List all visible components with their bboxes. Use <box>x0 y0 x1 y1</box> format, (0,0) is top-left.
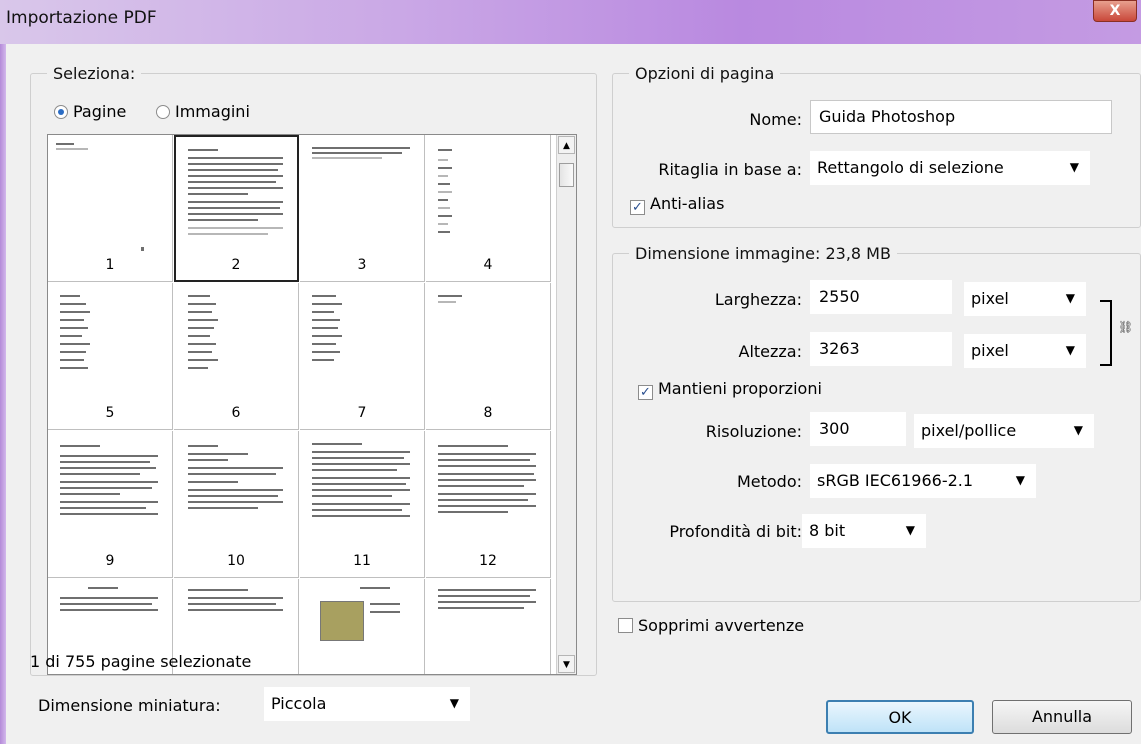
window-title: Importazione PDF <box>6 8 157 28</box>
width-label: Larghezza: <box>714 290 802 309</box>
thumbnail-grid[interactable]: 1 2 3 4 5 6 7 8 9 10 11 12 ▲ ▼ <box>47 134 577 675</box>
selection-status: 1 di 755 pagine selezionate <box>30 652 252 671</box>
mode-label: Metodo: <box>736 472 802 491</box>
thumbnail-label: 6 <box>231 405 241 421</box>
chevron-down-icon: ▼ <box>1065 291 1075 305</box>
thumbnail-scrollbar[interactable]: ▲ ▼ <box>556 135 576 674</box>
close-icon: X <box>1109 3 1121 19</box>
thumbnail-page[interactable]: 10 <box>174 431 299 578</box>
thumbnail-label: 9 <box>105 553 115 569</box>
resolution-input[interactable]: 300 <box>810 412 906 446</box>
chevron-down-icon: ▼ <box>1015 473 1025 487</box>
resolution-unit-value: pixel/pollice <box>921 421 1017 440</box>
thumbnail-page[interactable] <box>300 579 425 674</box>
width-unit-select[interactable]: pixel ▼ <box>964 282 1086 316</box>
cancel-button[interactable]: Annulla <box>992 700 1132 734</box>
thumbnail-image <box>320 601 364 641</box>
ok-button[interactable]: OK <box>826 700 974 734</box>
thumbnail-page[interactable]: 11 <box>300 431 425 578</box>
thumbnail-label: 1 <box>105 257 115 273</box>
resolution-unit-select[interactable]: pixel/pollice ▼ <box>914 414 1094 448</box>
thumbnail-page[interactable]: 6 <box>174 283 299 430</box>
thumbnail-page[interactable]: 3 <box>300 135 425 282</box>
suppress-warnings-indicator[interactable] <box>618 618 633 633</box>
select-group-legend: Seleziona: <box>53 64 136 83</box>
radio-pages-label: Pagine <box>73 102 127 121</box>
chevron-down-icon: ▼ <box>905 523 915 537</box>
crop-select[interactable]: Rettangolo di selezione ▼ <box>810 151 1090 185</box>
antialias-check-indicator[interactable]: ✓ <box>630 200 645 215</box>
page-options-legend: Opzioni di pagina <box>635 64 775 83</box>
constrain-proportions-checkbox[interactable]: ✓ Mantieni proporzioni <box>638 379 822 400</box>
antialias-label: Anti-alias <box>650 194 725 213</box>
width-input[interactable]: 2550 <box>810 280 952 314</box>
suppress-warnings-label: Sopprimi avvertenze <box>638 616 805 635</box>
thumb-size-label: Dimensione miniatura: <box>38 696 221 715</box>
radio-images-label: Immagini <box>175 102 250 121</box>
height-label: Altezza: <box>738 342 803 361</box>
thumb-size-select[interactable]: Piccola ▼ <box>264 687 470 721</box>
thumb-size-value: Piccola <box>271 694 327 713</box>
constrain-check-indicator[interactable]: ✓ <box>638 385 653 400</box>
thumbnail-page[interactable]: 4 <box>426 135 551 282</box>
crop-label: Ritaglia in base a: <box>658 160 802 179</box>
scroll-down-button[interactable]: ▼ <box>558 655 575 673</box>
width-unit-value: pixel <box>971 289 1009 308</box>
link-bracket <box>1100 300 1112 366</box>
thumbnail-page[interactable]: 12 <box>426 431 551 578</box>
image-size-legend: Dimensione immagine: 23,8 MB <box>635 244 891 263</box>
suppress-warnings-checkbox[interactable]: Sopprimi avvertenze <box>618 616 804 635</box>
crop-value: Rettangolo di selezione <box>817 158 1004 177</box>
chevron-down-icon: ▼ <box>1065 343 1075 357</box>
name-input[interactable]: Guida Photoshop <box>810 100 1112 134</box>
name-label: Nome: <box>749 110 802 129</box>
bitdepth-value: 8 bit <box>809 521 846 540</box>
thumbnail-page[interactable]: 8 <box>426 283 551 430</box>
height-unit-select[interactable]: pixel ▼ <box>964 334 1086 368</box>
chevron-down-icon: ▼ <box>1073 423 1083 437</box>
title-bar: Importazione PDF X <box>0 0 1141 44</box>
scroll-up-button[interactable]: ▲ <box>558 136 575 154</box>
thumbnail-label: 7 <box>357 405 367 421</box>
thumbnail-label: 12 <box>479 553 497 569</box>
thumbnail-page[interactable]: 9 <box>48 431 173 578</box>
chevron-up-icon: ▲ <box>563 141 570 151</box>
mode-select[interactable]: sRGB IEC61966-2.1 ▼ <box>810 464 1036 498</box>
radio-images[interactable]: Immagini <box>156 102 250 121</box>
height-unit-value: pixel <box>971 341 1009 360</box>
resolution-label: Risoluzione: <box>705 422 802 441</box>
thumbnail-page[interactable] <box>426 579 551 674</box>
bitdepth-label: Profondità di bit: <box>669 522 802 541</box>
mode-value: sRGB IEC61966-2.1 <box>817 471 974 490</box>
thumbnail-page[interactable]: 5 <box>48 283 173 430</box>
chevron-down-icon: ▼ <box>449 696 459 710</box>
scroll-thumb[interactable] <box>559 163 574 187</box>
constrain-label: Mantieni proporzioni <box>658 379 822 398</box>
thumbnail-label: 5 <box>105 405 115 421</box>
radio-images-indicator[interactable] <box>156 105 170 119</box>
thumbnail-label: 8 <box>483 405 493 421</box>
chain-link-icon[interactable]: ⛓ <box>1118 320 1133 334</box>
antialias-checkbox[interactable]: ✓ Anti-alias <box>630 194 724 215</box>
radio-pages-indicator[interactable] <box>54 105 68 119</box>
thumbnail-label: 2 <box>231 257 241 273</box>
thumbnail-page[interactable]: 7 <box>300 283 425 430</box>
thumbnail-label: 10 <box>227 553 245 569</box>
chevron-down-icon: ▼ <box>1069 160 1079 174</box>
bitdepth-select[interactable]: 8 bit ▼ <box>802 514 926 548</box>
thumbnail-label: 11 <box>353 553 371 569</box>
thumbnail-page[interactable]: 1 <box>48 135 173 282</box>
close-button[interactable]: X <box>1093 0 1137 22</box>
thumbnail-label: 3 <box>357 257 367 273</box>
radio-pages[interactable]: Pagine <box>54 102 126 121</box>
height-input[interactable]: 3263 <box>810 332 952 366</box>
dialog-client: Seleziona: Pagine Immagini 1 2 3 4 5 6 7… <box>6 44 1141 744</box>
chevron-down-icon: ▼ <box>563 660 570 670</box>
thumbnail-label: 4 <box>483 257 493 273</box>
thumbnail-page-selected[interactable]: 2 <box>174 135 299 282</box>
